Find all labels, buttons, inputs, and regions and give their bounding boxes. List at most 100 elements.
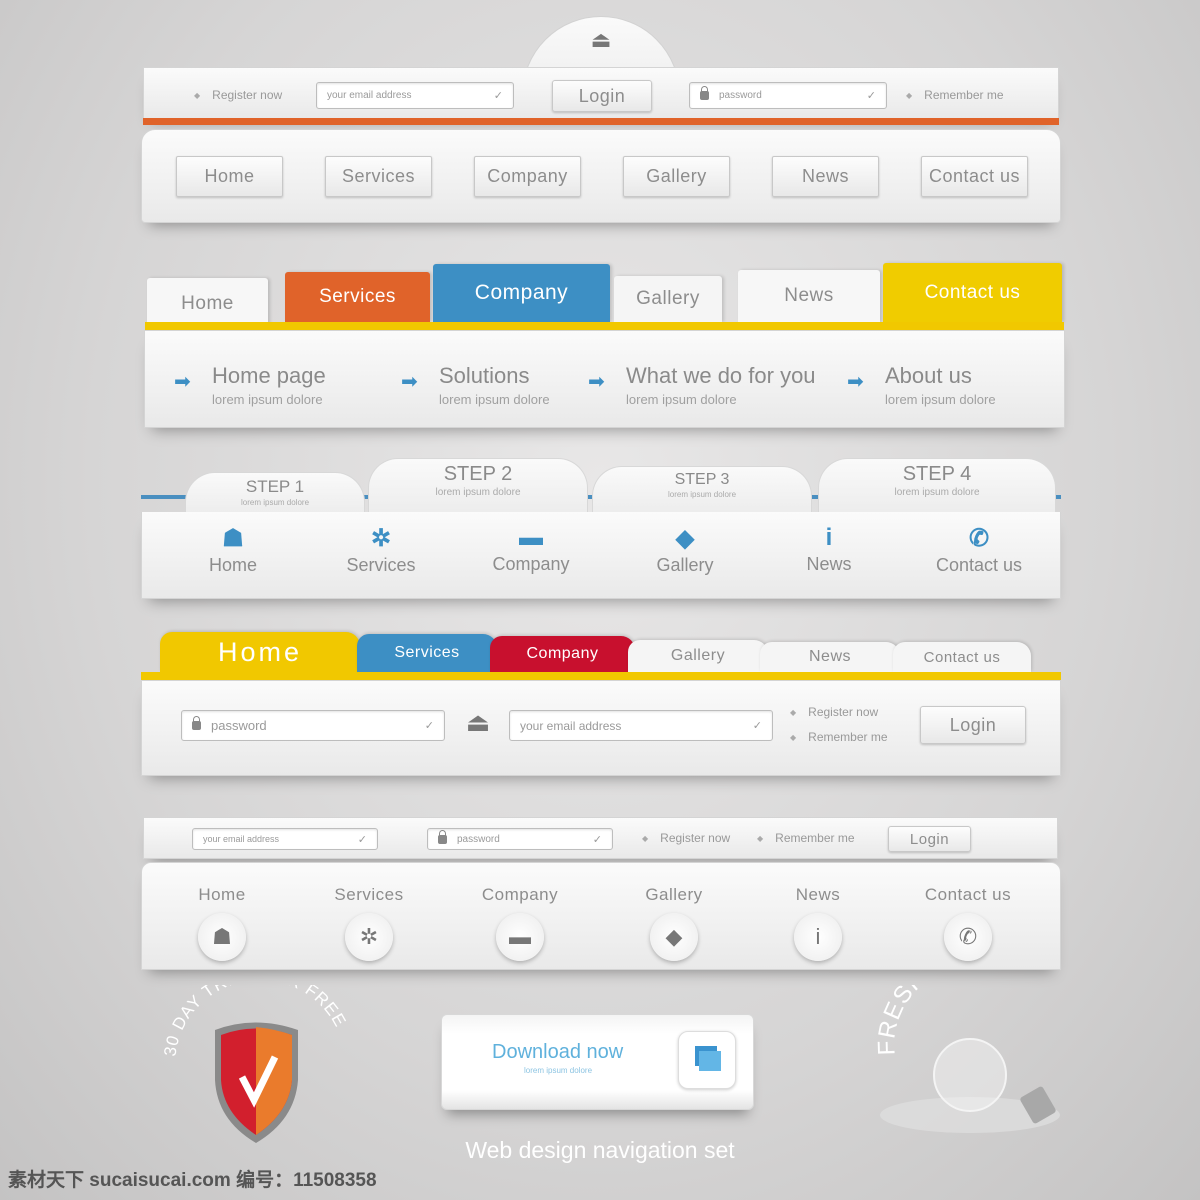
nav-label[interactable]: Services — [309, 885, 429, 905]
tab-label: Home — [217, 636, 303, 667]
nav-button-0[interactable]: Home — [176, 156, 283, 197]
tab-4[interactable]: News — [760, 642, 900, 672]
password-input[interactable]: password ✓ — [181, 710, 445, 741]
step-subtitle: lorem ipsum dolore — [435, 487, 521, 498]
info-icon: i — [825, 524, 833, 551]
fresh-idea-bulb: FRESH IDEA — [873, 985, 1060, 1133]
nav-label[interactable]: Home — [162, 885, 282, 905]
step-tab-2[interactable]: STEP 2 lorem ipsum dolore — [368, 458, 588, 515]
login-button[interactable]: Login — [920, 706, 1026, 744]
tab-4[interactable]: News — [738, 270, 880, 322]
password-input[interactable]: password ✓ — [689, 82, 887, 109]
tab-3[interactable]: Gallery — [614, 276, 722, 322]
login-label: Login — [949, 714, 997, 735]
phone-icon[interactable]: ✆ — [944, 913, 992, 961]
nav-bar-1: Home Services Company Gallery News Contact us — [141, 129, 1061, 223]
nav-item-4[interactable]: i News — [769, 524, 889, 575]
tab-1[interactable]: Services — [357, 634, 497, 672]
nav-label: News — [806, 554, 852, 574]
step-subtitle: lorem ipsum dolore — [240, 498, 310, 507]
step-tab-3[interactable]: STEP 3 lorem ipsum dolore — [592, 466, 812, 515]
watermark: 素材天下 sucaisucai.com 编号：11508358 — [8, 1170, 377, 1191]
tab-label: Home — [181, 293, 234, 314]
step-tab-4[interactable]: STEP 4 lorem ipsum dolore — [818, 458, 1056, 515]
step-tab-1[interactable]: STEP 1 lorem ipsum dolore — [185, 472, 365, 515]
register-label: Register now — [808, 705, 879, 719]
login-bar-4: password ✓ ⏏ your email address ✓ ◆ Registe… — [141, 680, 1061, 776]
email-placeholder: your email address — [203, 834, 280, 844]
remember-radio[interactable]: ◆ Remember me — [757, 831, 855, 845]
tab-3[interactable]: Gallery — [628, 640, 768, 672]
menu-item[interactable]: What we do for you lorem ipsum dolore — [626, 363, 816, 407]
lock-icon — [438, 829, 447, 844]
nav-button-4[interactable]: News — [772, 156, 879, 197]
content-bar-2: ➡ Home page lorem ipsum dolore ➡ Solutions… — [144, 330, 1065, 428]
download-button[interactable]: Download now lorem ipsum dolore — [441, 1014, 754, 1110]
yellow-divider — [141, 672, 1061, 680]
nav-bar-5: Home ☗ Services ✲ Company ▬ Gallery ◆ News i… — [141, 862, 1061, 970]
tab-label: Gallery — [636, 288, 700, 309]
tab-0[interactable]: Home — [160, 632, 360, 672]
email-input[interactable]: your email address ✓ — [192, 828, 378, 850]
tab-label: Contact us — [923, 648, 1001, 666]
nav-label: Home — [208, 555, 257, 575]
email-input[interactable]: your email address ✓ — [316, 82, 514, 109]
arrow-right-icon: ➡ — [174, 371, 191, 393]
nav-item-1[interactable]: ✲ Services — [321, 524, 441, 576]
login-label: Login — [578, 85, 626, 106]
yellow-divider — [145, 322, 1064, 330]
user-icon: ☗ — [222, 525, 244, 552]
nav-button-1[interactable]: Services — [325, 156, 432, 197]
login-button[interactable]: Login — [552, 80, 652, 112]
menu-item-subtitle: lorem ipsum dolore — [439, 392, 550, 407]
password-input[interactable]: password ✓ — [427, 828, 613, 850]
remember-radio[interactable]: ◆ Remember me — [790, 730, 888, 744]
eye-icon[interactable]: ◆ — [650, 913, 698, 961]
menu-item[interactable]: Solutions lorem ipsum dolore — [439, 363, 550, 407]
lightbulb-icon — [933, 1038, 1007, 1112]
tab-label: News — [784, 285, 834, 306]
nav-label: Gallery — [656, 555, 714, 575]
nav-label: Services — [346, 555, 416, 575]
nav-label[interactable]: News — [758, 885, 878, 905]
gear-icon[interactable]: ✲ — [345, 913, 393, 961]
register-radio[interactable]: ◆ Register now — [790, 705, 878, 719]
email-placeholder: your email address — [520, 718, 622, 733]
arrow-right-icon: ➡ — [401, 371, 418, 393]
nav-button-5[interactable]: Contact us — [921, 156, 1028, 197]
menu-item[interactable]: Home page lorem ipsum dolore — [212, 363, 326, 407]
tab-5[interactable]: Contact us — [893, 642, 1031, 672]
register-radio[interactable]: ◆ Register now — [642, 831, 730, 845]
download-title: Download now — [492, 1041, 624, 1063]
tab-2[interactable]: Company — [490, 636, 635, 672]
nav-label[interactable]: Company — [460, 885, 580, 905]
tab-5[interactable]: Contact us — [883, 263, 1062, 322]
tab-1[interactable]: Services — [285, 272, 430, 322]
nav-button-2[interactable]: Company — [474, 156, 581, 197]
nav-item-3[interactable]: ◆ Gallery — [625, 524, 745, 576]
nav-item-2[interactable]: ▬ Company — [471, 524, 591, 575]
nav-label[interactable]: Gallery — [614, 885, 734, 905]
login-button[interactable]: Login — [888, 826, 971, 852]
register-label: Register now — [212, 88, 283, 102]
tab-label: Gallery — [670, 647, 726, 664]
nav-label: Company — [487, 166, 568, 186]
login-bar-5: your email address ✓ password ✓ ◆ Register … — [143, 817, 1058, 859]
register-radio[interactable]: ◆ Register now — [194, 88, 282, 102]
folder-icon — [678, 1031, 736, 1089]
nav-bar-3: ☗ Home ✲ Services ▬ Company ◆ Gallery i News ✆ Cont… — [141, 512, 1061, 599]
step-title: STEP 4 — [902, 463, 972, 485]
email-input[interactable]: your email address ✓ — [509, 710, 773, 741]
remember-label: Remember me — [775, 831, 855, 845]
email-placeholder: your email address — [327, 90, 412, 101]
info-icon[interactable]: i — [794, 913, 842, 961]
nav-button-3[interactable]: Gallery — [623, 156, 730, 197]
nav-label[interactable]: Contact us — [908, 885, 1028, 905]
remember-radio[interactable]: ◆ Remember me — [906, 88, 1004, 102]
menu-item[interactable]: About us lorem ipsum dolore — [885, 363, 996, 407]
user-icon[interactable]: ☗ — [198, 913, 246, 961]
nav-item-5[interactable]: ✆ Contact us — [919, 524, 1039, 576]
briefcase-icon[interactable]: ▬ — [496, 913, 544, 961]
nav-item-0[interactable]: ☗ Home — [173, 524, 293, 576]
tab-2[interactable]: Company — [433, 264, 610, 322]
